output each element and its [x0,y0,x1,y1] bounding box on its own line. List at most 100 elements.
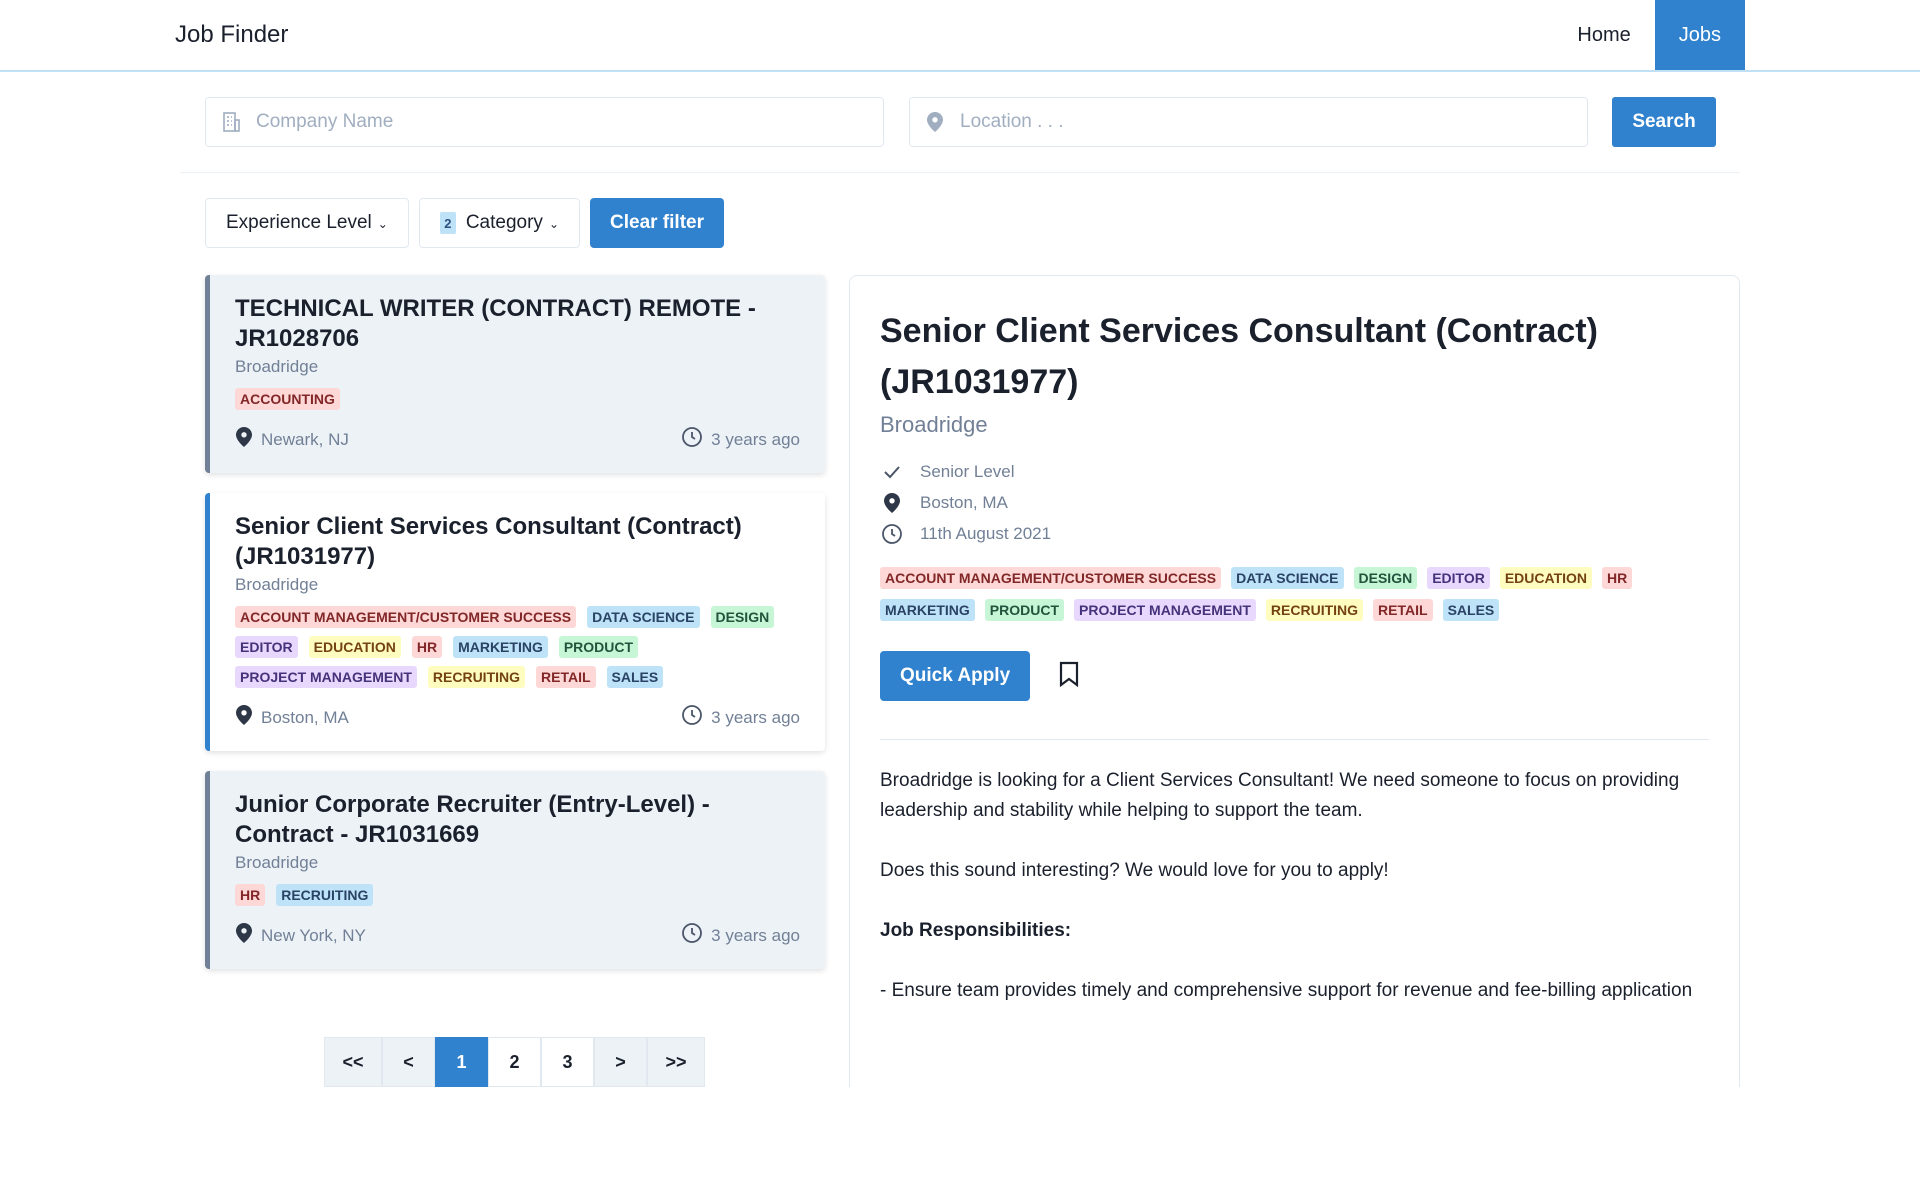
map-pin-icon [235,426,253,453]
experience-level-dropdown[interactable]: Experience Level ⌄ [205,198,409,248]
category-label: Category [465,212,543,233]
next-page-button[interactable]: > [594,1037,647,1087]
clock-icon [681,922,703,949]
detail-tag: PRODUCT [984,599,1065,621]
detail-tag: DATA SCIENCE [1231,567,1344,589]
detail-level-text: Senior Level [920,461,1015,481]
job-tag: MARKETING [453,636,548,658]
detail-company: Broadridge [880,412,988,437]
job-tag: RECRUITING [276,884,374,906]
job-tags: HR RECRUITING [235,884,800,906]
search-divider [180,172,1740,173]
description-intro: Broadridge is looking for a Client Servi… [880,770,1680,821]
detail-location: Boston, MA [880,487,1709,518]
job-title: TECHNICAL WRITER (CONTRACT) REMOTE - JR1… [235,295,756,352]
detail-tag: PROJECT MANAGEMENT [1074,599,1256,621]
job-title: Senior Client Services Consultant (Contr… [235,513,742,570]
location-field [909,97,1588,147]
job-tag: HR [411,636,443,658]
first-page-button[interactable]: << [324,1037,382,1087]
map-pin-icon [910,97,960,147]
clear-filter-button[interactable]: Clear filter [590,198,724,248]
chevron-down-icon: ⌄ [548,217,559,231]
job-list: TECHNICAL WRITER (CONTRACT) REMOTE - JR1… [205,275,825,989]
clock-icon [681,704,703,731]
page-1-button[interactable]: 1 [435,1037,488,1087]
detail-tag: SALES [1442,599,1500,621]
job-tag: DATA SCIENCE [587,606,700,628]
job-tag: EDUCATION [308,636,401,658]
detail-tags: ACCOUNT MANAGEMENT/CUSTOMER SUCCESS DATA… [880,567,1709,621]
detail-meta: Senior Level Boston, MA 11th August 2021 [880,456,1709,549]
detail-divider [880,739,1709,740]
job-card[interactable]: Junior Corporate Recruiter (Entry-Level)… [205,771,825,969]
map-pin-icon [235,704,253,731]
job-posted: 3 years ago [681,922,800,949]
map-pin-icon [880,492,904,514]
responsibility-item: - Ensure team provides timely and compre… [880,980,1693,1001]
quick-apply-button[interactable]: Quick Apply [880,651,1031,701]
filter-bar: Experience Level ⌄ 2 Category ⌄ Clear fi… [205,198,724,248]
detail-level: Senior Level [880,456,1709,487]
job-tag: RETAIL [536,666,596,688]
chevron-down-icon: ⌄ [377,217,388,231]
job-company: Broadridge [235,357,319,376]
prev-page-button[interactable]: < [382,1037,435,1087]
clock-icon [880,523,904,545]
job-company: Broadridge [235,575,319,594]
job-tag: SALES [606,666,664,688]
job-card-footer: New York, NY 3 years ago [235,922,800,949]
category-dropdown[interactable]: 2 Category ⌄ [418,198,580,248]
page-3-button[interactable]: 3 [541,1037,594,1087]
job-tag: EDITOR [235,636,298,658]
apply-row: Quick Apply [880,651,1709,701]
job-card-footer: Newark, NJ 3 years ago [235,426,800,453]
clock-icon [681,426,703,453]
nav-links: Home Jobs [1553,0,1745,70]
search-bar: Search [205,97,1716,147]
job-posted-text: 3 years ago [711,707,800,727]
detail-location-text: Boston, MA [920,492,1008,512]
job-tag: RECRUITING [427,666,526,688]
last-page-button[interactable]: >> [647,1037,705,1087]
job-description: Broadridge is looking for a Client Servi… [880,766,1709,1006]
detail-date: 11th August 2021 [880,518,1709,549]
job-posted: 3 years ago [681,704,800,731]
job-card[interactable]: Senior Client Services Consultant (Contr… [205,493,825,751]
company-field [205,97,884,147]
location-input[interactable] [960,98,1587,146]
job-location: Boston, MA [235,704,349,731]
building-icon [206,97,256,147]
detail-tag: RETAIL [1373,599,1433,621]
job-posted-text: 3 years ago [711,925,800,945]
job-location: New York, NY [235,922,366,949]
detail-tag: DESIGN [1353,567,1418,589]
nav-jobs-link[interactable]: Jobs [1654,0,1745,70]
brand-logo[interactable]: Job Finder [175,21,288,49]
job-tags: ACCOUNT MANAGEMENT/CUSTOMER SUCCESS DATA… [235,606,800,688]
nav-home-link[interactable]: Home [1553,0,1654,70]
job-tag: PROJECT MANAGEMENT [235,666,417,688]
map-pin-icon [235,922,253,949]
detail-tag: ACCOUNT MANAGEMENT/CUSTOMER SUCCESS [880,567,1222,589]
company-name-input[interactable] [256,98,883,146]
pagination: << < 1 2 3 > >> [324,1037,705,1087]
job-tag: DESIGN [710,606,775,628]
search-button[interactable]: Search [1612,97,1716,147]
job-tags: ACCOUNTING [235,388,800,410]
job-card[interactable]: TECHNICAL WRITER (CONTRACT) REMOTE - JR1… [205,275,825,473]
job-tag: ACCOUNTING [235,388,340,410]
job-card-footer: Boston, MA 3 years ago [235,704,800,731]
job-location-text: New York, NY [261,925,366,945]
job-posted-text: 3 years ago [711,429,800,449]
description-cta: Does this sound interesting? We would lo… [880,860,1389,881]
job-company: Broadridge [235,853,319,872]
job-tag: ACCOUNT MANAGEMENT/CUSTOMER SUCCESS [235,606,577,628]
page-2-button[interactable]: 2 [488,1037,541,1087]
detail-tag: RECRUITING [1265,599,1364,621]
navbar: Job Finder Home Jobs [0,0,1920,72]
job-detail-panel: Senior Client Services Consultant (Contr… [849,275,1740,1087]
bookmark-icon[interactable] [1058,661,1080,692]
job-tag: HR [235,884,266,906]
detail-date-text: 11th August 2021 [920,523,1052,543]
